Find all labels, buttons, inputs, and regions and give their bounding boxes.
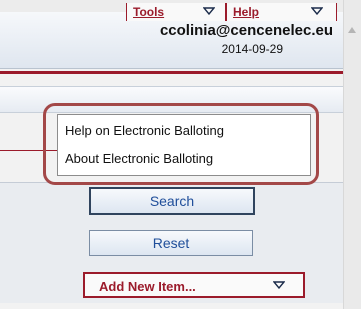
chevron-down-icon	[311, 7, 323, 15]
annotation-highlight	[43, 103, 319, 185]
scroll-up-arrow-icon[interactable]	[347, 26, 357, 34]
header-divider	[0, 71, 343, 74]
reset-button[interactable]: Reset	[89, 230, 253, 256]
add-new-item-select[interactable]: Add New Item...	[83, 272, 305, 298]
current-date: 2014-09-29	[221, 42, 283, 56]
user-email: ccolinia@cencenelec.eu	[159, 22, 333, 39]
help-menu-label: Help	[233, 5, 260, 19]
chevron-down-icon	[273, 281, 285, 289]
search-button[interactable]: Search	[89, 187, 255, 215]
tools-menu-label: Tools	[133, 5, 165, 19]
vertical-scrollbar[interactable]	[343, 0, 361, 309]
chevron-down-icon	[203, 7, 215, 15]
help-menu[interactable]: Help	[226, 3, 337, 21]
add-new-item-label: Add New Item...	[99, 279, 196, 294]
tools-menu[interactable]: Tools	[126, 3, 226, 21]
